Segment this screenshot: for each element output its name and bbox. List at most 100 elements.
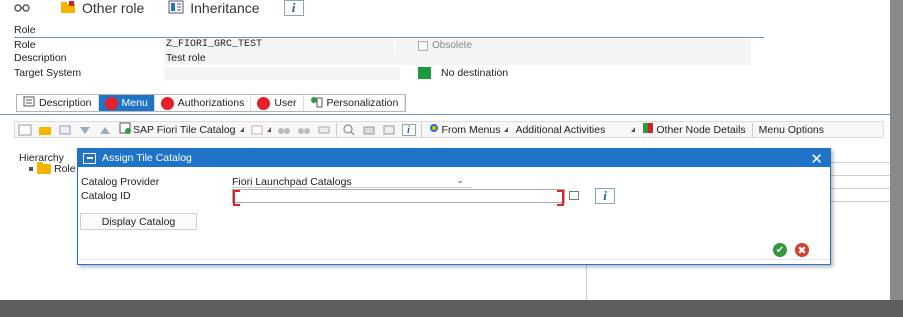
inheritance-icon xyxy=(168,0,184,17)
dropdown-triangle-icon[interactable] xyxy=(266,127,271,132)
menu-options-button[interactable]: Menu Options xyxy=(759,124,824,136)
dropdown-triangle-icon[interactable] xyxy=(239,127,244,132)
dropdown-triangle-icon[interactable] xyxy=(504,127,509,132)
additional-activities-label: Additional Activities xyxy=(515,123,606,136)
status-green-icon xyxy=(418,67,431,79)
tab-user[interactable]: User xyxy=(251,95,304,111)
role-value: Z_FIORI_GRC_TEST xyxy=(164,39,394,52)
description-row: Description Test role xyxy=(14,52,754,65)
description-tab-icon xyxy=(23,96,35,110)
status-red-icon xyxy=(257,96,271,110)
report-icon[interactable] xyxy=(250,124,264,136)
menu-toolbar: SAP Fiori Tile Catalog i From Menus Addi… xyxy=(14,121,884,138)
obsolete-checkbox-box xyxy=(418,40,428,51)
tile-catalog-icon xyxy=(119,122,131,137)
grid-line xyxy=(830,175,890,176)
tree-node-role[interactable]: Role xyxy=(29,162,76,175)
folder-icon xyxy=(37,162,51,174)
tabstrip-divider xyxy=(0,114,903,115)
other-node-details-button[interactable]: Other Node Details xyxy=(642,122,746,137)
status-red-icon xyxy=(104,96,118,110)
tab-authorizations[interactable]: Authorizations xyxy=(155,95,252,111)
info-icon[interactable]: i xyxy=(595,188,615,204)
other-role-label: Other role xyxy=(82,0,145,16)
catalog-id-input[interactable] xyxy=(232,189,565,206)
grid-line xyxy=(830,201,890,202)
role-tabstrip: Description Menu Authorizations User Per… xyxy=(16,94,407,112)
dialog-window-icon xyxy=(83,152,96,164)
value-help-icon[interactable] xyxy=(569,191,579,200)
move-down-icon[interactable] xyxy=(78,124,92,136)
other-role-icon xyxy=(60,0,76,17)
dialog-titlebar: Assign Tile Catalog ✕ xyxy=(78,149,830,168)
window-edge xyxy=(890,0,903,317)
chevron-down-icon: ⌄ xyxy=(456,175,464,185)
top-toolbar: Other role Inheritance i xyxy=(14,0,328,16)
close-icon[interactable]: ✕ xyxy=(810,150,823,168)
menu-options-label: Menu Options xyxy=(758,123,825,136)
tab-user-label: User xyxy=(274,97,297,109)
transaction-icon[interactable] xyxy=(58,124,72,136)
sap-gui-screen: Other role Inheritance i Role Role Z_FIO… xyxy=(0,0,903,317)
info-glyph: i xyxy=(401,124,416,136)
catalog-provider-label: Catalog Provider xyxy=(81,176,160,188)
cancel-icon[interactable]: ✖ xyxy=(795,243,809,257)
folder-icon[interactable] xyxy=(38,124,52,136)
assign-tile-catalog-dialog: Assign Tile Catalog ✕ Catalog Provider F… xyxy=(77,148,831,265)
obsolete-label: Obsolete xyxy=(432,40,473,51)
print-icon[interactable] xyxy=(362,124,376,136)
target-system-value[interactable] xyxy=(164,67,400,80)
dropdown-triangle-icon[interactable] xyxy=(631,127,636,132)
from-menus-label: From Menus xyxy=(441,123,501,136)
role-row: Role Z_FIORI_GRC_TEST Obsolete xyxy=(14,39,754,52)
tab-personalization[interactable]: Personalization xyxy=(304,95,406,111)
tab-menu-label: Menu xyxy=(121,97,148,109)
catalog-provider-value: Fiori Launchpad Catalogs xyxy=(232,176,352,188)
layout-icon[interactable] xyxy=(382,124,396,136)
status-red-icon xyxy=(160,96,174,110)
no-destination-text: No destination xyxy=(441,67,509,79)
role-label: Role xyxy=(14,39,36,51)
binoculars-icon[interactable] xyxy=(277,124,291,136)
display-catalog-button[interactable]: Display Catalog xyxy=(80,213,197,230)
from-menus-icon xyxy=(428,122,440,137)
toolbar-divider xyxy=(420,122,422,137)
target-system-row: Target System No destination xyxy=(14,67,754,80)
dialog-footer-divider xyxy=(78,259,830,260)
from-menus-button[interactable]: From Menus xyxy=(428,122,501,137)
toolbar-divider xyxy=(751,122,753,137)
personalization-icon xyxy=(310,96,323,111)
info-icon[interactable]: i xyxy=(401,124,416,136)
other-role-button[interactable]: Other role xyxy=(60,0,144,17)
inheritance-button[interactable]: Inheritance xyxy=(168,0,260,17)
catalog-id-label: Catalog ID xyxy=(81,190,131,202)
sap-fiori-tile-catalog-label: SAP Fiori Tile Catalog xyxy=(133,123,236,136)
glasses-button[interactable] xyxy=(14,0,36,16)
find-next-icon[interactable] xyxy=(297,124,311,136)
zoom-icon[interactable] xyxy=(342,124,356,136)
grid-line xyxy=(830,188,890,189)
catalog-provider-select[interactable]: Fiori Launchpad Catalogs ⌄ xyxy=(232,175,472,188)
toolbar-divider xyxy=(335,122,337,137)
description-value[interactable]: Test role xyxy=(164,52,751,65)
collapse-icon[interactable] xyxy=(317,124,331,136)
role-section-title: Role xyxy=(14,24,764,38)
inheritance-label: Inheritance xyxy=(190,0,260,16)
info-icon: i xyxy=(283,0,304,16)
target-system-label: Target System xyxy=(14,67,82,79)
move-up-icon[interactable] xyxy=(98,124,112,136)
sap-fiori-tile-catalog-button[interactable]: SAP Fiori Tile Catalog xyxy=(119,122,236,137)
glasses-icon xyxy=(14,0,30,16)
info-button[interactable]: i xyxy=(283,0,304,16)
obsolete-checkbox[interactable]: Obsolete xyxy=(418,40,472,51)
tab-menu[interactable]: Menu xyxy=(98,95,155,111)
confirm-icon[interactable]: ✔ xyxy=(773,243,787,257)
other-node-details-icon xyxy=(642,122,654,137)
role-section: Role Role Z_FIORI_GRC_TEST Obsolete Desc… xyxy=(14,22,890,80)
other-node-details-label: Other Node Details xyxy=(656,123,746,136)
additional-activities-button[interactable]: Additional Activities xyxy=(515,124,605,136)
tab-authorizations-label: Authorizations xyxy=(177,97,245,109)
expand-icon[interactable] xyxy=(18,124,32,136)
tree-bullet-icon xyxy=(29,167,33,171)
tab-description[interactable]: Description xyxy=(17,95,99,111)
